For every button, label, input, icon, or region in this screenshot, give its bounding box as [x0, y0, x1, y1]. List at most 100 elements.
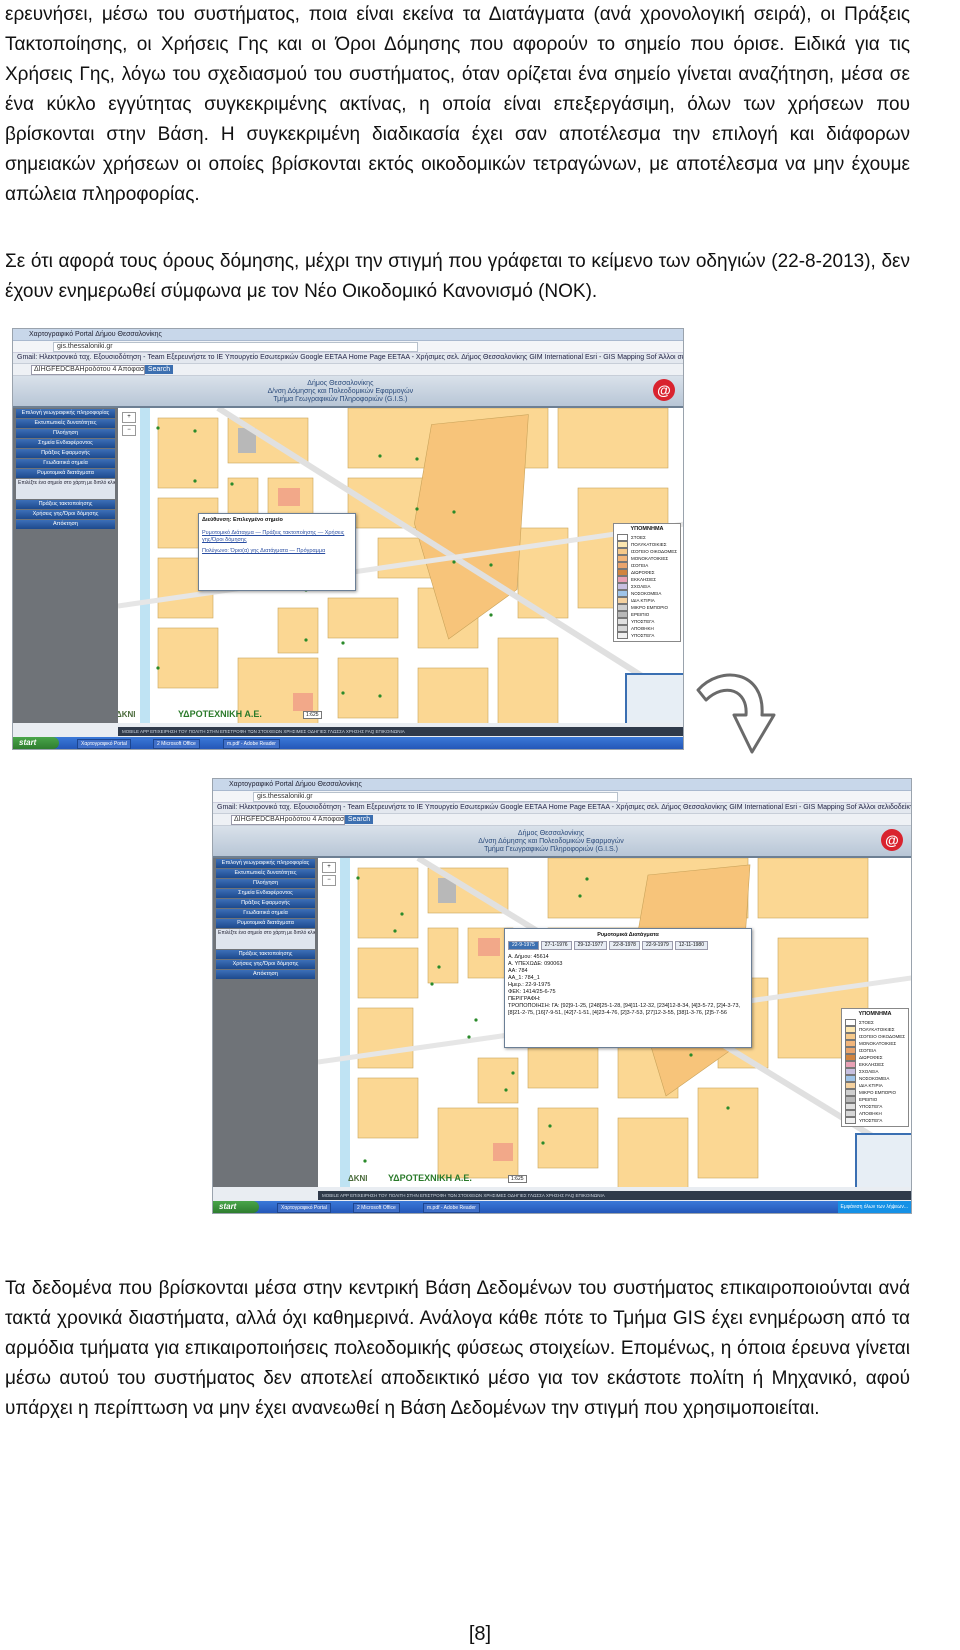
portal-logo: @	[881, 829, 903, 851]
decree-tab[interactable]: 27-1-1976	[540, 941, 572, 950]
legend-label: ΕΚΚΛΗΣΙΕΣ	[859, 1062, 885, 1067]
legend-item: ΕΚΚΛΗΣΙΕΣ	[617, 576, 677, 583]
decree-tab[interactable]: 22-9-1979	[641, 941, 673, 950]
sidebar-menu-item[interactable]: Χρήσεις γης/Όροι δόμησης	[16, 510, 115, 519]
legend-swatch	[617, 632, 629, 639]
taskbar-item[interactable]: m.pdf - Adobe Reader	[423, 1203, 480, 1213]
sidebar-menu-item[interactable]: Πλοήγηση	[216, 879, 315, 888]
sidebar-menu-item[interactable]: Απόκτηση	[16, 520, 115, 529]
sidebar-menu-item[interactable]: Γεωδαιτικά σημεία	[216, 909, 315, 918]
tree-marker	[415, 457, 419, 461]
sidebar-menu-item[interactable]: Σημεία Ενδιαφέροντος	[216, 889, 315, 898]
legend-list: ΣΤΟΕΣ ΠΟΛΥΚΑΤΟΙΚΙΕΣ ΙΣΟΓΕΙΟ ΟΙΚΟΔΟΜΕΣ ΜΟΝΟΚ…	[617, 534, 677, 639]
decree-tab[interactable]: 22-8-1978	[609, 941, 640, 950]
legend-item: ΜΟΝΟΚΑΤΟΙΚΙΕΣ	[845, 1040, 905, 1047]
sidebar-menu-item[interactable]: Πράξεις τακτοποίησης	[216, 950, 315, 959]
decree-tab[interactable]: 12-11-1980	[674, 941, 708, 950]
zoom-in-icon[interactable]: +	[322, 862, 336, 873]
sidebar-menu-item[interactable]: Πλοήγηση	[16, 429, 115, 438]
map-view[interactable]: + − Ρυμοτομικά Διατάγματα 22-9-1975 27-1-1…	[318, 858, 911, 1187]
highlighted-building	[278, 488, 300, 506]
window-title: Χαρτογραφικό Portal Δήμου Θεσσαλονίκης	[29, 331, 162, 338]
legend-swatch	[845, 1089, 857, 1096]
legend-item: ΝΟΣΟΚΟΜΕΙΑ	[617, 590, 677, 597]
sidebar-menu-item[interactable]: Ρυμοτομικά διατάγματα	[216, 919, 315, 928]
search-input[interactable]: ΔΙΗGFEDCBAΗροδότου 4 Απόφαση ΦΕΚ	[31, 365, 145, 375]
sidebar-menu-item[interactable]: Σημεία Ενδιαφέροντος	[16, 439, 115, 448]
highlighted-building	[293, 693, 313, 711]
highlighted-building	[493, 1143, 513, 1161]
legend-label: ΥΠΟΣΤΕΓΑ	[631, 619, 655, 624]
legend-swatch	[617, 590, 629, 597]
sidebar-menu-item[interactable]: Επιλέξτε ένα σημείο στο χάρτη με διπλό κ…	[16, 479, 115, 499]
taskbar-item[interactable]: 2 Microsoft Office	[153, 739, 200, 749]
sidebar-menu-item[interactable]: Γεωδαιτικά σημεία	[16, 459, 115, 468]
sidebar-menu-item[interactable]: Εκτυπωτικές δυνατότητες	[16, 419, 115, 428]
sidebar-menu-item[interactable]: Επιλέξτε ένα σημείο στο χάρτη με διπλό κ…	[216, 929, 315, 949]
taskbar-item[interactable]: m.pdf - Adobe Reader	[223, 739, 280, 749]
taskbar-item[interactable]: 2 Microsoft Office	[353, 1203, 400, 1213]
downloads-link[interactable]: Εμφάνιση όλων των λήψεων...	[838, 1201, 911, 1213]
legend-swatch	[845, 1110, 857, 1117]
legend-swatch	[845, 1117, 857, 1124]
legend-label: ΜΟΝΟΚΑΤΟΙΚΙΕΣ	[859, 1041, 897, 1046]
tree-marker	[437, 965, 441, 969]
search-input[interactable]: ΔΙΗGFEDCBAΗροδότου 4 Απόφαση ΦΕΚ	[231, 815, 345, 825]
tree-marker	[489, 613, 493, 617]
site-banner: Δήμος Θεσσαλονίκης Δ/νση Δόμησης και Πολ…	[213, 826, 911, 858]
map-view[interactable]: + − Διεύθυνση: Επιλεγμένο σημείο Ρυμοτομι…	[118, 408, 683, 723]
footer-links[interactable]: MOBILE APP ΕΠΙΧΕΙΡΗΣΗ ΤΟΥ ΠΟΛΙΤΗ ΣΤΗΝ ΕΠ…	[118, 727, 683, 736]
decree-tab[interactable]: 22-9-1975	[508, 941, 539, 950]
building-block	[557, 408, 669, 469]
legend-swatch	[845, 1026, 857, 1033]
url-field[interactable]: gis.thessaloniki.gr	[53, 342, 418, 352]
legend-item: ΔΙΩΡΟΦΕΣ	[845, 1054, 905, 1061]
popup-link-1[interactable]: Ρυμοτομικό Διάταγμα — Πράξεις τακτοποίησ…	[202, 530, 352, 544]
sidebar-menu-item[interactable]: Επιλογή γεωγραφικής πληροφορίας	[216, 859, 315, 868]
bookmarks-bar[interactable]: Gmail: Ηλεκτρονικό ταχ. Εξουσιοδότηση - …	[213, 803, 911, 814]
legend-swatch	[617, 548, 629, 555]
search-toolbar: ΔΙΗGFEDCBAΗροδότου 4 Απόφαση ΦΕΚ Search	[13, 364, 683, 376]
tree-marker	[415, 507, 419, 511]
start-button[interactable]: start	[13, 737, 59, 749]
sidebar-menu-item[interactable]: Ρυμοτομικά διατάγματα	[16, 469, 115, 478]
legend-item: ΥΠΟΣΤΕΓΑ	[617, 632, 677, 639]
start-button[interactable]: start	[213, 1201, 259, 1213]
partner-logo-text: ΔΚΝΙ	[118, 710, 136, 719]
decree-tab[interactable]: 29-12-1977	[573, 941, 608, 950]
zoom-out-icon[interactable]: −	[322, 875, 336, 886]
popup-link-2[interactable]: Πολύγωνο: Όριο(α) γης Διατάγματα — Πρόγρ…	[202, 548, 352, 555]
building-block	[157, 417, 219, 489]
sidebar-menu-item[interactable]: Πράξεις Εφαρμογής	[16, 449, 115, 458]
url-field[interactable]: gis.thessaloniki.gr	[253, 792, 618, 802]
legend-item: ΙΣΟΓΕΙΑ	[845, 1047, 905, 1054]
zoom-out-icon[interactable]: −	[122, 425, 136, 436]
menu-list: Επιλογή γεωγραφικής πληροφορίας Εκτυπωτικ…	[13, 409, 118, 529]
taskbar-item[interactable]: Χαρτογραφικό Portal	[77, 739, 131, 749]
legend-item: ΠΟΛΥΚΑΤΟΙΚΙΕΣ	[845, 1026, 905, 1033]
paragraph-intro: ερευνήσει, μέσω του συστήματος, ποια είν…	[5, 4, 910, 205]
legend-label: ΑΠΟΘΗΚΗ	[631, 626, 654, 631]
decree-detail-line: ΑΑ: 784	[508, 968, 528, 974]
sidebar-menu-item[interactable]: Χρήσεις γης/Όροι δόμησης	[216, 960, 315, 969]
sidebar-menu-item[interactable]: Πράξεις Εφαρμογής	[216, 899, 315, 908]
legend-panel: ΥΠΟΜΝΗΜΑ ΣΤΟΕΣ ΠΟΛΥΚΑΤΟΙΚΙΕΣ ΙΣΟΓΕΙΟ ΟΙΚΟΔ…	[841, 1008, 909, 1127]
zoom-in-icon[interactable]: +	[122, 412, 136, 423]
bookmarks-bar[interactable]: Gmail: Ηλεκτρονικό ταχ. Εξουσιοδότηση - …	[13, 353, 683, 364]
tree-marker	[341, 641, 345, 645]
sidebar-menu-item[interactable]: Πράξεις τακτοποίησης	[16, 500, 115, 509]
legend-item: ΙΣΟΓΕΙΑ	[617, 562, 677, 569]
search-toolbar: ΔΙΗGFEDCBAΗροδότου 4 Απόφαση ΦΕΚ Search	[213, 814, 911, 826]
search-button[interactable]: Search	[145, 365, 173, 374]
map-nav-controls: + −	[322, 862, 340, 902]
legend-swatch	[617, 555, 629, 562]
taskbar-item[interactable]: Χαρτογραφικό Portal	[277, 1203, 331, 1213]
legend-item: ΥΠΟΣΤΕΓΑ	[845, 1117, 905, 1124]
building-block	[337, 657, 399, 719]
windows-taskbar: start Χαρτογραφικό Portal 2 Microsoft Of…	[213, 1201, 911, 1213]
sidebar-menu-item[interactable]: Επιλογή γεωγραφικής πληροφορίας	[16, 409, 115, 418]
search-button[interactable]: Search	[345, 815, 373, 824]
footer-links[interactable]: MOBILE APP ΕΠΙΧΕΙΡΗΣΗ ΤΟΥ ΠΟΛΙΤΗ ΣΤΗΝ ΕΠ…	[318, 1191, 911, 1200]
sidebar-menu-item[interactable]: Εκτυπωτικές δυνατότητες	[216, 869, 315, 878]
sidebar-menu-item[interactable]: Απόκτηση	[216, 970, 315, 979]
